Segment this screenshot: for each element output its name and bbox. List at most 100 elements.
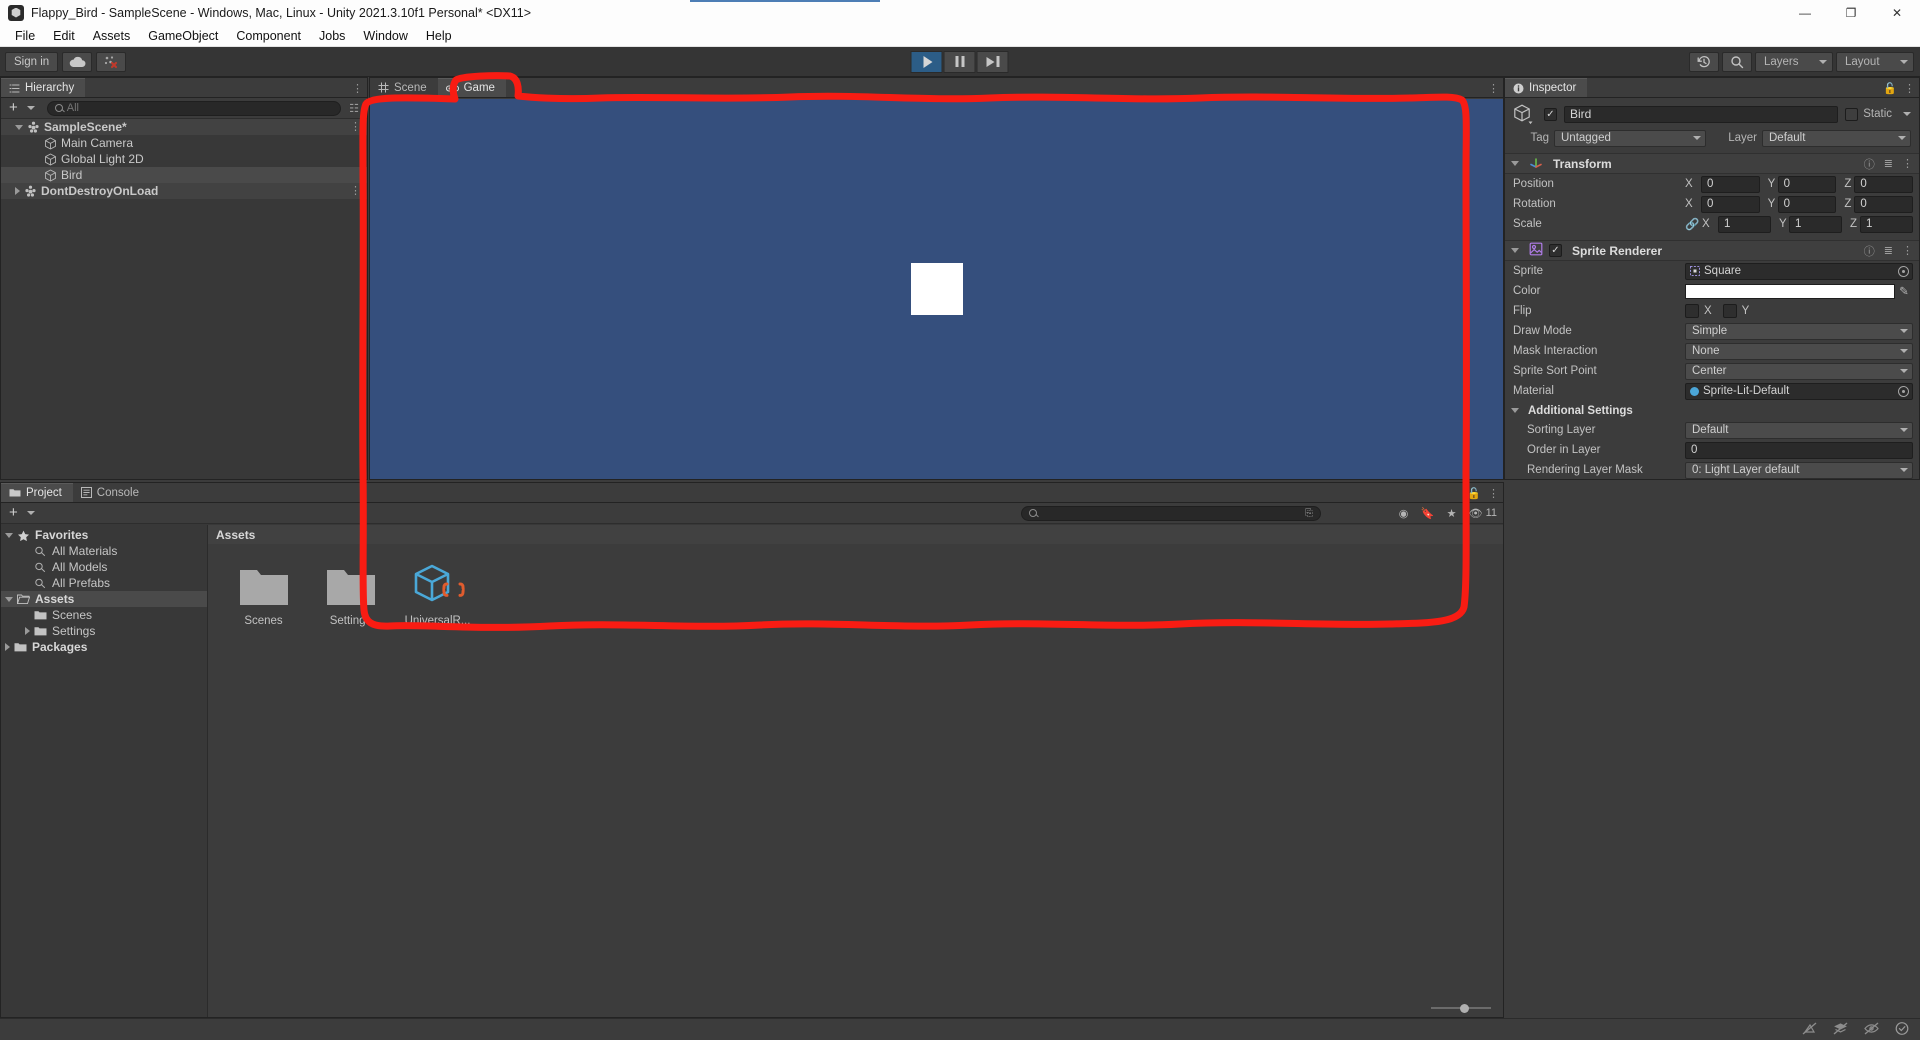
project-add-button[interactable]: +: [5, 505, 39, 520]
collapse-arrow-icon[interactable]: [1511, 248, 1519, 253]
eyedropper-icon[interactable]: ✎: [1895, 284, 1913, 298]
tag-dropdown[interactable]: Untagged: [1554, 129, 1706, 147]
expand-arrow-icon[interactable]: [15, 187, 20, 195]
favorites-icon[interactable]: ★: [1440, 505, 1464, 522]
collab-error-icon[interactable]: [96, 51, 127, 72]
asset-zoom-slider[interactable]: [1431, 1003, 1491, 1013]
scale-x-field[interactable]: 1: [1718, 215, 1771, 233]
kebab-icon[interactable]: ⋮: [1904, 82, 1915, 95]
draw-mode-dropdown[interactable]: Simple: [1685, 322, 1913, 340]
project-tree-item-scenes[interactable]: Scenes: [1, 607, 207, 623]
sorting-layer-dropdown[interactable]: Default: [1685, 421, 1913, 439]
search-by-type-icon[interactable]: ◉: [1392, 505, 1416, 522]
hierarchy-item-main-camera[interactable]: Main Camera: [1, 135, 367, 151]
sprite-renderer-component-header[interactable]: ✓ Sprite Renderer ⓘ ≣ ⋮: [1505, 240, 1919, 261]
layout-dropdown[interactable]: Layout: [1836, 51, 1914, 72]
search-by-label-icon[interactable]: 🔖: [1416, 505, 1440, 522]
open-search-window-icon[interactable]: ⎘: [1305, 508, 1313, 519]
flip-x-checkbox[interactable]: [1685, 304, 1699, 318]
tab-scene[interactable]: Scene: [370, 78, 438, 97]
position-y-field[interactable]: 0: [1777, 175, 1837, 193]
object-picker-icon[interactable]: [1898, 265, 1909, 277]
step-button[interactable]: [976, 50, 1009, 73]
undo-history-icon[interactable]: [1689, 51, 1719, 72]
tab-project[interactable]: Project: [1, 483, 73, 502]
constrain-proportions-icon[interactable]: 🔗: [1685, 217, 1702, 231]
tab-game[interactable]: Game: [437, 78, 506, 97]
kebab-icon[interactable]: ⋮: [350, 121, 361, 132]
expand-arrow-icon[interactable]: [25, 627, 30, 635]
collapse-arrow-icon[interactable]: [5, 532, 13, 538]
sprite-sort-point-dropdown[interactable]: Center: [1685, 362, 1913, 380]
project-tree-item-packages[interactable]: Packages: [1, 639, 207, 655]
kebab-icon[interactable]: ⋮: [1488, 487, 1499, 500]
project-tree-item-settings[interactable]: Settings: [1, 623, 207, 639]
project-tree-item-assets[interactable]: Assets: [1, 591, 207, 607]
color-swatch-field[interactable]: [1685, 283, 1895, 299]
static-checkbox[interactable]: [1845, 107, 1859, 121]
help-icon[interactable]: ⓘ: [1864, 156, 1875, 172]
game-render-canvas[interactable]: [370, 99, 1503, 479]
project-tree-item-all-materials[interactable]: All Materials: [1, 543, 207, 559]
sprite-renderer-enabled-checkbox[interactable]: ✓: [1549, 244, 1562, 257]
hierarchy-add-button[interactable]: +: [5, 100, 39, 115]
hierarchy-filter-icon[interactable]: ☷: [345, 102, 363, 115]
hierarchy-item-samplescene[interactable]: SampleScene* ⋮: [1, 119, 367, 135]
rendering-layer-mask-dropdown[interactable]: 0: Light Layer default: [1685, 461, 1913, 479]
order-in-layer-field[interactable]: 0: [1685, 441, 1913, 459]
minimize-button[interactable]: —: [1782, 0, 1828, 25]
additional-settings-header[interactable]: Additional Settings: [1505, 401, 1919, 420]
project-tree-item-all-models[interactable]: All Models: [1, 559, 207, 575]
asset-item[interactable]: Scenes: [226, 562, 301, 627]
collapse-arrow-icon[interactable]: [15, 124, 23, 130]
search-icon[interactable]: [1722, 51, 1752, 72]
asset-zoom-knob[interactable]: [1460, 1003, 1469, 1013]
hierarchy-item-global-light-2d[interactable]: Global Light 2D: [1, 151, 367, 167]
rotation-x-field[interactable]: 0: [1701, 195, 1760, 213]
flip-y-checkbox[interactable]: [1722, 304, 1737, 318]
kebab-icon[interactable]: ⋮: [1902, 244, 1913, 257]
menu-window[interactable]: Window: [354, 27, 416, 45]
expand-arrow-icon[interactable]: [5, 643, 10, 651]
hidden-packages-badge[interactable]: 👁 11: [1464, 505, 1497, 522]
chevron-down-icon[interactable]: [1903, 112, 1911, 116]
no-visibility-icon[interactable]: [1863, 1021, 1880, 1039]
help-icon[interactable]: ⓘ: [1864, 243, 1875, 259]
project-tree-item-all-prefabs[interactable]: All Prefabs: [1, 575, 207, 591]
tab-console[interactable]: Console: [73, 483, 150, 502]
rotation-y-field[interactable]: 0: [1777, 195, 1837, 213]
transform-component-header[interactable]: Transform ⓘ ≣ ⋮: [1505, 153, 1919, 174]
maximize-button[interactable]: ❐: [1828, 0, 1874, 25]
menu-edit[interactable]: Edit: [44, 27, 84, 45]
layer-dropdown[interactable]: Default: [1762, 129, 1911, 147]
collapse-arrow-icon[interactable]: [5, 596, 13, 602]
project-tree-item-favorites[interactable]: Favorites: [1, 527, 207, 543]
asset-item[interactable]: UniversalR...: [400, 562, 475, 627]
sign-in-button[interactable]: Sign in: [5, 51, 59, 72]
scale-z-field[interactable]: 1: [1860, 215, 1913, 233]
menu-jobs[interactable]: Jobs: [310, 27, 354, 45]
hierarchy-item-dontdestroyonload[interactable]: DontDestroyOnLoad ⋮: [1, 183, 367, 199]
menu-component[interactable]: Component: [227, 27, 310, 45]
hierarchy-search-input[interactable]: All: [46, 100, 342, 116]
kebab-icon[interactable]: ⋮: [352, 82, 363, 95]
menu-file[interactable]: File: [6, 27, 44, 45]
scale-y-field[interactable]: 1: [1789, 215, 1842, 233]
menu-help[interactable]: Help: [417, 27, 461, 45]
kebab-icon[interactable]: ⋮: [1488, 82, 1499, 95]
lock-icon[interactable]: 🔓: [1467, 487, 1481, 500]
play-button[interactable]: [910, 50, 943, 73]
preset-icon[interactable]: ≣: [1884, 157, 1893, 170]
check-circle-icon[interactable]: [1894, 1021, 1910, 1039]
no-layers-icon[interactable]: [1832, 1021, 1849, 1039]
object-name-field[interactable]: Bird: [1564, 105, 1839, 123]
preset-icon[interactable]: ≣: [1884, 244, 1893, 257]
tab-inspector[interactable]: Inspector: [1505, 78, 1588, 97]
pause-button[interactable]: [943, 50, 976, 73]
project-search-input[interactable]: ⎘: [1021, 505, 1321, 521]
collapse-arrow-icon[interactable]: [1511, 408, 1519, 413]
hierarchy-item-bird[interactable]: Bird: [1, 167, 367, 183]
no-rigidbody-icon[interactable]: [1801, 1021, 1818, 1039]
object-enabled-checkbox[interactable]: ✓: [1544, 107, 1557, 121]
kebab-icon[interactable]: ⋮: [1902, 157, 1913, 170]
